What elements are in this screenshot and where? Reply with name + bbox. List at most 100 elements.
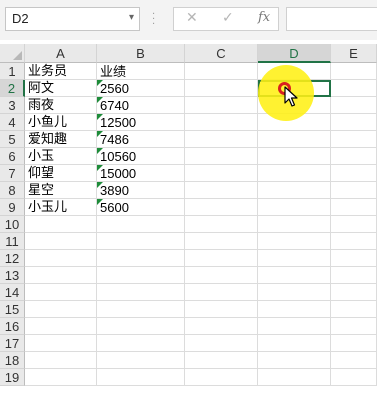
cell-c6[interactable]: [185, 148, 258, 165]
column-header-b[interactable]: B: [97, 44, 185, 63]
cell-c8[interactable]: [185, 182, 258, 199]
cell-b18[interactable]: [97, 352, 185, 369]
function-icon[interactable]: fx: [258, 10, 270, 25]
cell-a1[interactable]: 业务员: [25, 63, 97, 80]
cell-a13[interactable]: [25, 267, 97, 284]
cell-d16[interactable]: [258, 318, 331, 335]
cell-a17[interactable]: [25, 335, 97, 352]
column-header-e[interactable]: E: [331, 44, 377, 63]
cell-d5[interactable]: [258, 131, 331, 148]
cell-b9[interactable]: 5600: [97, 199, 185, 216]
cell-a15[interactable]: [25, 301, 97, 318]
cell-e13[interactable]: [331, 267, 377, 284]
cell-b12[interactable]: [97, 250, 185, 267]
cancel-icon[interactable]: ✕: [186, 10, 198, 26]
cell-c13[interactable]: [185, 267, 258, 284]
cell-b7[interactable]: 15000: [97, 165, 185, 182]
cell-b14[interactable]: [97, 284, 185, 301]
cell-b17[interactable]: [97, 335, 185, 352]
cell-c2[interactable]: [185, 80, 258, 97]
row-header-18[interactable]: 18: [0, 352, 25, 369]
cell-e17[interactable]: [331, 335, 377, 352]
cell-b1[interactable]: 业绩: [97, 63, 185, 80]
cell-b5[interactable]: 7486: [97, 131, 185, 148]
cell-c3[interactable]: [185, 97, 258, 114]
cell-b11[interactable]: [97, 233, 185, 250]
cell-c15[interactable]: [185, 301, 258, 318]
row-header-8[interactable]: 8: [0, 182, 25, 199]
row-header-19[interactable]: 19: [0, 369, 25, 386]
cell-a3[interactable]: 雨夜: [25, 97, 97, 114]
column-header-a[interactable]: A: [25, 44, 97, 63]
cell-d12[interactable]: [258, 250, 331, 267]
cell-e14[interactable]: [331, 284, 377, 301]
cell-d14[interactable]: [258, 284, 331, 301]
cell-a12[interactable]: [25, 250, 97, 267]
row-header-12[interactable]: 12: [0, 250, 25, 267]
cell-a11[interactable]: [25, 233, 97, 250]
row-header-7[interactable]: 7: [0, 165, 25, 182]
cell-e11[interactable]: [331, 233, 377, 250]
cell-a9[interactable]: 小玉儿: [25, 199, 97, 216]
row-header-13[interactable]: 13: [0, 267, 25, 284]
cell-c10[interactable]: [185, 216, 258, 233]
cell-c17[interactable]: [185, 335, 258, 352]
cell-e4[interactable]: [331, 114, 377, 131]
cell-e15[interactable]: [331, 301, 377, 318]
row-header-6[interactable]: 6: [0, 148, 25, 165]
cell-e7[interactable]: [331, 165, 377, 182]
formula-input[interactable]: [286, 7, 377, 31]
row-header-10[interactable]: 10: [0, 216, 25, 233]
cell-d15[interactable]: [258, 301, 331, 318]
cell-c16[interactable]: [185, 318, 258, 335]
cell-c12[interactable]: [185, 250, 258, 267]
cell-a14[interactable]: [25, 284, 97, 301]
cell-e5[interactable]: [331, 131, 377, 148]
cell-e9[interactable]: [331, 199, 377, 216]
row-header-16[interactable]: 16: [0, 318, 25, 335]
grip-dots-icon[interactable]: · · ·: [152, 10, 155, 30]
cell-e19[interactable]: [331, 369, 377, 386]
name-box[interactable]: D2 ▾: [5, 7, 140, 31]
cell-a19[interactable]: [25, 369, 97, 386]
cell-a16[interactable]: [25, 318, 97, 335]
select-all-button[interactable]: [0, 44, 25, 63]
row-header-14[interactable]: 14: [0, 284, 25, 301]
cell-c14[interactable]: [185, 284, 258, 301]
cell-b3[interactable]: 6740: [97, 97, 185, 114]
column-header-d[interactable]: D: [258, 44, 331, 63]
cell-e12[interactable]: [331, 250, 377, 267]
cell-e2[interactable]: [331, 80, 377, 97]
cell-a5[interactable]: 爱知趣: [25, 131, 97, 148]
cell-b6[interactable]: 10560: [97, 148, 185, 165]
cell-b4[interactable]: 12500: [97, 114, 185, 131]
cell-e1[interactable]: [331, 63, 377, 80]
cell-d9[interactable]: [258, 199, 331, 216]
cell-c19[interactable]: [185, 369, 258, 386]
cell-a6[interactable]: 小玉: [25, 148, 97, 165]
row-header-3[interactable]: 3: [0, 97, 25, 114]
cell-d11[interactable]: [258, 233, 331, 250]
cell-b2[interactable]: 2560: [97, 80, 185, 97]
dropdown-arrow-icon[interactable]: ▾: [129, 12, 134, 23]
cell-d17[interactable]: [258, 335, 331, 352]
cell-c4[interactable]: [185, 114, 258, 131]
row-header-9[interactable]: 9: [0, 199, 25, 216]
cell-c7[interactable]: [185, 165, 258, 182]
cell-e8[interactable]: [331, 182, 377, 199]
cell-e18[interactable]: [331, 352, 377, 369]
cell-c5[interactable]: [185, 131, 258, 148]
cell-b16[interactable]: [97, 318, 185, 335]
cell-a8[interactable]: 星空: [25, 182, 97, 199]
cell-a18[interactable]: [25, 352, 97, 369]
cell-d13[interactable]: [258, 267, 331, 284]
cell-b19[interactable]: [97, 369, 185, 386]
cell-c11[interactable]: [185, 233, 258, 250]
cell-b8[interactable]: 3890: [97, 182, 185, 199]
row-header-17[interactable]: 17: [0, 335, 25, 352]
cell-d19[interactable]: [258, 369, 331, 386]
row-header-11[interactable]: 11: [0, 233, 25, 250]
cell-c18[interactable]: [185, 352, 258, 369]
cell-a2[interactable]: 阿文: [25, 80, 97, 97]
cell-d18[interactable]: [258, 352, 331, 369]
